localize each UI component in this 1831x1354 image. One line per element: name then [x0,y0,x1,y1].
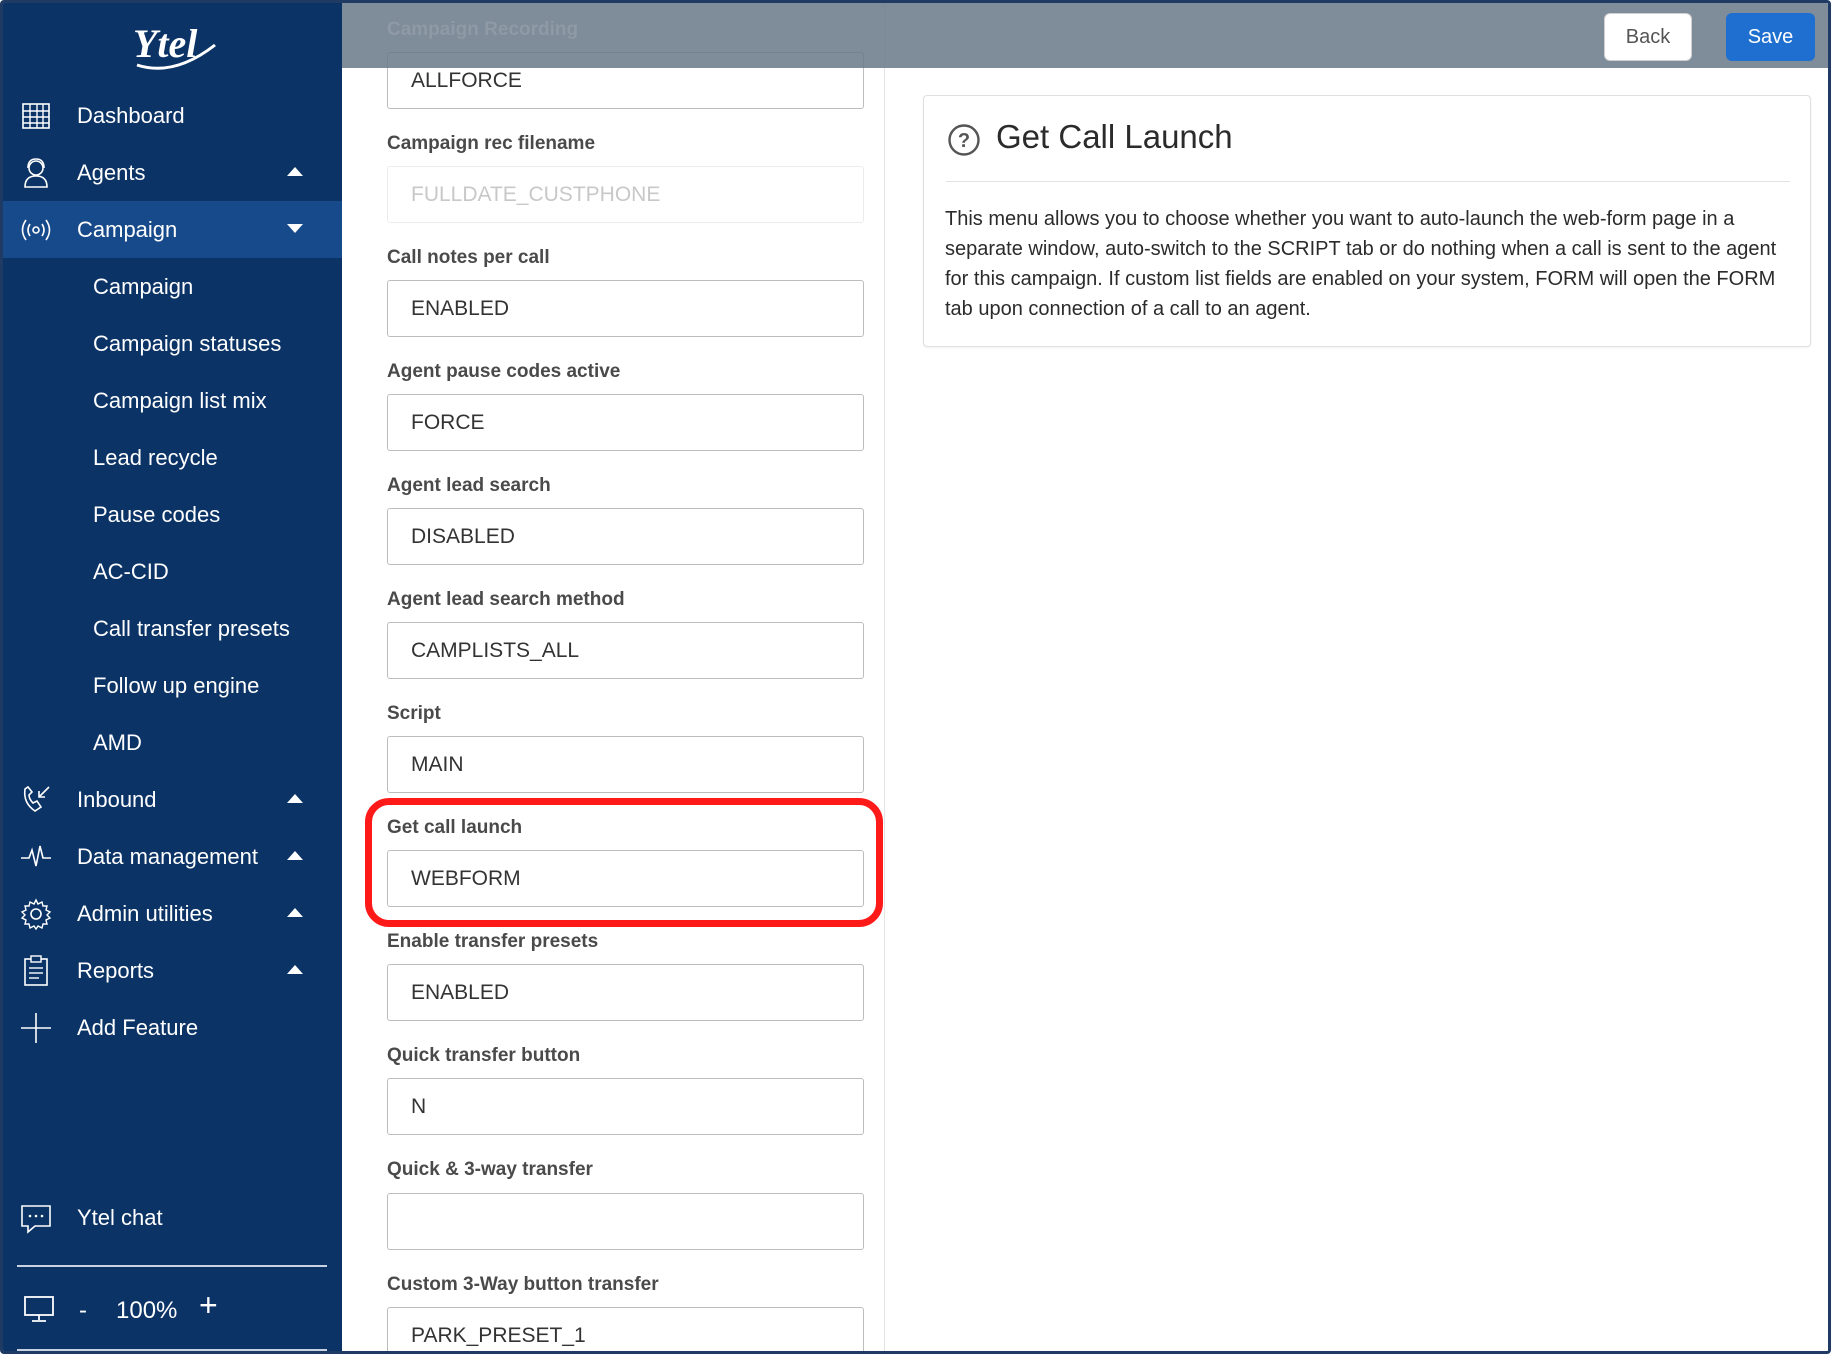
sidebar-item-label: Admin utilities [77,900,213,926]
field-label: Campaign rec filename [387,133,596,154]
help-divider [946,181,1790,182]
quick-3way-transfer-field[interactable] [387,1193,864,1250]
field-label: Call notes per call [387,247,550,268]
sidebar-subitem-label: AMD [93,729,142,755]
main-content: ALLFORCE Campaign rec filename FULLDATE_… [342,3,1828,1351]
svg-text:?: ? [958,130,970,152]
sidebar-subitem-lead-recycle[interactable]: Lead recycle [3,429,342,486]
sidebar-bottom-divider [17,1349,327,1351]
call-notes-per-call-field[interactable]: ENABLED [387,280,864,337]
sidebar-item-add-feature[interactable]: Add Feature [3,999,342,1056]
sidebar-item-dashboard[interactable]: Dashboard [3,87,342,144]
ytel-chat-button[interactable]: Ytel chat [3,1189,342,1246]
sidebar-item-label: Campaign [77,216,178,242]
field-label: Agent lead search method [387,589,625,610]
zoom-level: 100% [116,1297,178,1324]
sidebar-item-inbound[interactable]: Inbound [3,771,342,828]
sidebar-item-admin-utilities[interactable]: Admin utilities [3,885,342,942]
sidebar-divider [17,1265,327,1267]
dashboard-icon [22,103,50,129]
inbound-call-icon [23,785,50,812]
save-button[interactable]: Save [1726,13,1815,61]
sidebar-item-campaign[interactable]: Campaign [3,201,342,258]
sidebar-subitem-label: Follow up engine [93,672,260,698]
field-label: Quick transfer button [387,1045,581,1066]
quick-transfer-button-field[interactable]: N [387,1078,864,1135]
chevron-up-icon[interactable] [287,965,303,974]
ytel-logo[interactable]: Ytel [129,15,219,75]
sidebar-subitem-label: Pause codes [93,501,221,527]
svg-text:Ytel: Ytel [133,21,198,66]
campaign-form: ALLFORCE Campaign rec filename FULLDATE_… [342,3,885,1351]
agent-icon [24,158,48,188]
zoom-in-button[interactable]: + [199,1287,218,1324]
chat-label: Ytel chat [77,1205,163,1230]
sidebar-item-label: Reports [77,957,155,983]
campaign-recording-label: Campaign Recording [387,19,579,40]
sidebar: Ytel Dashboard Agents Campaign Campaign … [3,3,342,1351]
sidebar-subitem-amd[interactable]: AMD [3,714,342,771]
sidebar-item-label: Inbound [77,786,157,812]
sidebar-subitem-follow-up-engine[interactable]: Follow up engine [3,657,342,714]
sidebar-subitem-label: Campaign list mix [93,387,267,413]
sidebar-item-data-management[interactable]: Data management [3,828,342,885]
clipboard-icon [24,955,48,986]
sidebar-nav: Dashboard Agents Campaign Campaign Campa… [3,87,342,1056]
sidebar-item-label: Agents [77,159,146,185]
field-label: Agent pause codes active [387,361,621,382]
chevron-up-icon[interactable] [287,167,303,176]
enable-transfer-presets-field[interactable]: ENABLED [387,964,864,1021]
sidebar-subitem-pause-codes[interactable]: Pause codes [3,486,342,543]
field-label: Quick & 3-way transfer [387,1159,593,1180]
help-body: This menu allows you to choose whether y… [945,208,1777,320]
sidebar-subitem-label: Campaign statuses [93,330,282,356]
sidebar-item-agents[interactable]: Agents [3,144,342,201]
field-label: Custom 3-Way button transfer [387,1274,659,1295]
field-label: Agent lead search [387,475,551,496]
chevron-up-icon[interactable] [287,794,303,803]
sidebar-subitem-call-transfer-presets[interactable]: Call transfer presets [3,600,342,657]
gear-icon [20,898,52,931]
campaign-rec-filename-field[interactable]: FULLDATE_CUSTPHONE [387,166,864,223]
custom-3way-button-transfer-field[interactable]: PARK_PRESET_1 [387,1307,864,1351]
agent-pause-codes-active-field[interactable]: FORCE [387,394,864,451]
sidebar-item-label: Data management [77,843,258,869]
help-panel: ? Get Call Launch This menu allows you t… [923,95,1811,347]
agent-lead-search-method-field[interactable]: CAMPLISTS_ALL [387,622,864,679]
sidebar-subitem-label: AC-CID [93,558,169,584]
highlight-annotation [365,798,883,927]
sidebar-subitem-campaign[interactable]: Campaign [3,258,342,315]
sidebar-subitem-ac-cid[interactable]: AC-CID [3,543,342,600]
chevron-up-icon[interactable] [287,908,303,917]
app-frame: Ytel Dashboard Agents Campaign Campaign … [0,0,1831,1354]
sidebar-subitem-campaign-statuses[interactable]: Campaign statuses [3,315,342,372]
plus-icon [21,1013,51,1043]
chat-icon [21,1205,51,1234]
field-label: Enable transfer presets [387,931,599,952]
zoom-out-button[interactable]: - [79,1297,87,1325]
broadcast-icon [21,219,51,241]
question-icon: ? [948,124,980,156]
sidebar-item-reports[interactable]: Reports [3,942,342,999]
help-title: Get Call Launch [996,118,1233,155]
script-field[interactable]: MAIN [387,736,864,793]
sidebar-subitem-campaign-list-mix[interactable]: Campaign list mix [3,372,342,429]
agent-lead-search-field[interactable]: DISABLED [387,508,864,565]
sidebar-subitem-label: Call transfer presets [93,615,290,641]
back-button[interactable]: Back [1604,13,1692,61]
sidebar-item-label: Dashboard [77,102,185,128]
sidebar-subitem-label: Campaign [93,273,194,299]
field-label: Script [387,703,441,724]
zoom-control: - 100% + [3,1285,342,1335]
sidebar-subitem-label: Lead recycle [93,444,218,470]
action-bar: Campaign Recording Back Save [342,3,1828,68]
monitor-icon [24,1296,54,1322]
chevron-down-icon[interactable] [287,224,303,233]
pulse-icon [21,845,51,867]
chevron-up-icon[interactable] [287,851,303,860]
sidebar-item-label: Add Feature [77,1014,199,1040]
